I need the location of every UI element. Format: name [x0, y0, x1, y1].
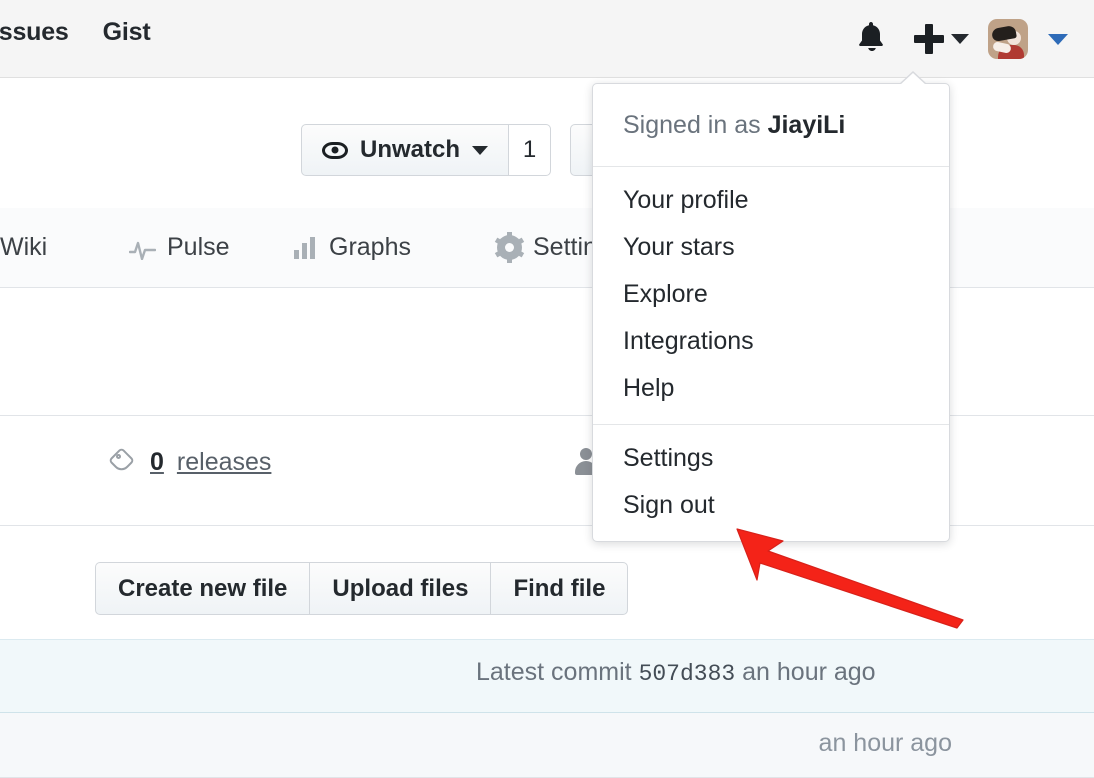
user-dropdown-menu: Signed in as JiayiLi Your profile Your s…: [592, 71, 950, 542]
releases-label: releases: [176, 448, 272, 476]
signed-in-prefix: Signed in as: [623, 111, 761, 139]
tab-pulse[interactable]: Pulse: [128, 233, 230, 262]
chevron-down-icon: [472, 145, 489, 155]
bell-icon: [855, 20, 887, 59]
menu-item-your-stars[interactable]: Your stars: [593, 224, 949, 271]
tab-graphs-label: Graphs: [329, 233, 411, 261]
chevron-down-icon: [1048, 33, 1068, 45]
tab-wiki[interactable]: Wiki: [0, 233, 47, 262]
find-file-button[interactable]: Find file: [490, 562, 629, 615]
global-nav: Issues Gist: [0, 18, 151, 47]
menu-item-integrations[interactable]: Integrations: [593, 318, 949, 365]
unwatch-label: Unwatch: [360, 136, 461, 163]
avatar: [988, 19, 1028, 59]
latest-commit-prefix: Latest commit: [476, 658, 632, 686]
pulse-icon: [128, 238, 157, 260]
notifications-button[interactable]: [838, 0, 904, 78]
menu-item-sign-out[interactable]: Sign out: [593, 482, 949, 529]
dropdown-group-account: Settings Sign out: [593, 424, 949, 541]
create-new-file-button[interactable]: Create new file: [95, 562, 310, 615]
nav-item-gist[interactable]: Gist: [103, 18, 151, 47]
plus-icon: [913, 24, 944, 54]
dropdown-caret-inner-icon: [900, 73, 926, 85]
releases-summary[interactable]: 0 releases: [110, 448, 271, 477]
commit-time: an hour ago: [742, 658, 876, 686]
upload-files-button[interactable]: Upload files: [309, 562, 491, 615]
dropdown-group-primary: Your profile Your stars Explore Integrat…: [593, 167, 949, 424]
eye-icon: [322, 141, 348, 159]
tab-graphs[interactable]: Graphs: [294, 233, 411, 262]
releases-count: 0: [150, 448, 164, 476]
signed-in-as: Signed in as JiayiLi: [593, 84, 949, 167]
file-list-row: an hour ago: [0, 713, 1094, 778]
menu-item-your-profile[interactable]: Your profile: [593, 177, 949, 224]
latest-commit-bar: Latest commit 507d383 an hour ago: [0, 639, 1094, 713]
menu-item-explore[interactable]: Explore: [593, 271, 949, 318]
file-button-group: Create new file Upload files Find file: [95, 562, 629, 615]
unwatch-button[interactable]: Unwatch: [301, 124, 510, 176]
tab-wiki-label: Wiki: [0, 233, 48, 261]
watcher-count[interactable]: 1: [509, 124, 552, 176]
watch-button-group: Unwatch 1: [301, 124, 552, 176]
file-action-bar: Create new file Upload files Find file: [0, 526, 1094, 639]
file-row-time: an hour ago: [818, 729, 952, 757]
tag-icon: [110, 449, 137, 476]
tab-pulse-label: Pulse: [167, 233, 230, 261]
menu-item-settings[interactable]: Settings: [593, 435, 949, 482]
user-menu-toggle[interactable]: [1038, 0, 1078, 78]
create-new-button[interactable]: [904, 0, 978, 78]
nav-item-issues[interactable]: Issues: [0, 18, 69, 47]
bar-chart-icon: [294, 236, 318, 259]
latest-commit-text: Latest commit 507d383 an hour ago: [476, 658, 876, 687]
signed-in-username: JiayiLi: [767, 111, 846, 139]
header-actions: [838, 0, 1078, 78]
avatar-button[interactable]: [978, 0, 1038, 78]
site-header: Issues Gist: [0, 0, 1094, 78]
menu-item-help[interactable]: Help: [593, 365, 949, 412]
commit-sha[interactable]: 507d383: [639, 661, 736, 687]
gear-icon: [494, 232, 525, 263]
chevron-down-icon: [950, 34, 969, 44]
